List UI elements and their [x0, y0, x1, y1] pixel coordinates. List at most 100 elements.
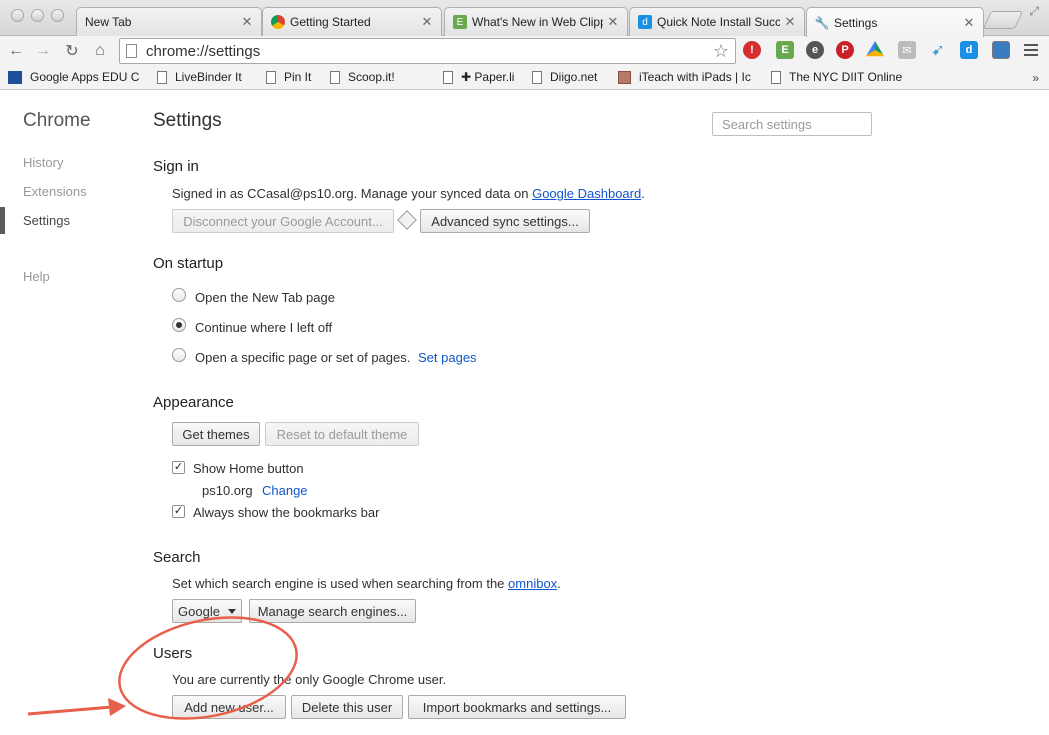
bookmark-google-apps[interactable]: Google Apps EDU Ce	[8, 70, 140, 84]
bookmark-label: Pin It	[284, 70, 312, 84]
section-title-on-startup: On startup	[153, 255, 224, 272]
close-icon[interactable]: ✕	[241, 14, 253, 30]
sidebar-item-settings[interactable]: Settings	[23, 213, 70, 228]
tab-whats-new[interactable]: E What's New in Web Clipp ✕	[444, 7, 628, 36]
home-icon: ⌂	[95, 42, 105, 59]
search-engine-value: Google	[178, 603, 220, 619]
url-text: chrome://settings	[146, 42, 261, 60]
bookmark-label: The NYC DIIT Online	[789, 70, 903, 84]
wrench-icon: 🔧	[814, 15, 830, 30]
address-bar[interactable]: chrome://settings ☆	[119, 38, 736, 64]
cuny-icon	[8, 70, 22, 84]
get-themes-button[interactable]: Get themes	[172, 422, 260, 446]
search-description: Set which search engine is used when sea…	[172, 576, 509, 591]
star-icon[interactable]: ☆	[713, 41, 729, 62]
search-engine-select[interactable]: Google	[172, 599, 242, 623]
bookmark-label: Scoop.it!	[348, 70, 395, 84]
google-dashboard-link[interactable]: Google Dashboard	[532, 186, 641, 201]
tab-settings[interactable]: 🔧 Settings ✕	[806, 7, 984, 37]
omnibox-link[interactable]: omnibox	[508, 576, 557, 591]
reset-theme-button[interactable]: Reset to default theme	[265, 422, 419, 446]
lastpass-icon[interactable]: !	[743, 41, 761, 59]
startup-option-label: Open a specific page or set of pages.	[195, 350, 411, 365]
bookmark-pin-it[interactable]: Pin It	[266, 70, 326, 84]
radio-new-tab[interactable]	[172, 288, 186, 302]
bookmark-nyc-diit[interactable]: The NYC DIIT Online	[771, 70, 906, 84]
bookmark-scoop-it[interactable]: Scoop.it!	[330, 70, 430, 84]
picture-icon[interactable]	[992, 41, 1010, 59]
startup-option-label: Open the New Tab page	[195, 290, 335, 305]
evernote-icon[interactable]: e	[806, 41, 824, 59]
bookmark-label: Google Apps EDU Ce	[30, 70, 140, 84]
bookmark-label: iTeach with iPads | Ic	[639, 70, 751, 84]
bookmark-iteach[interactable]: iTeach with iPads | Ic	[618, 70, 754, 84]
users-text: You are currently the only Google Chrome…	[172, 672, 447, 687]
tab-title: Quick Note Install Succe	[657, 15, 780, 29]
disconnect-account-button[interactable]: Disconnect your Google Account...	[172, 209, 394, 233]
close-icon[interactable]: ✕	[607, 14, 619, 30]
fullscreen-icon[interactable]: ⤢	[1029, 4, 1039, 19]
back-button[interactable]: ←	[6, 41, 26, 61]
diigo-icon: d	[638, 15, 652, 29]
forward-button[interactable]: →	[33, 41, 53, 61]
back-arrow-icon: ←	[8, 42, 24, 59]
sign-in-status: Signed in as CCasal@ps10.org. Manage you…	[172, 186, 533, 201]
evernote-icon: E	[453, 15, 467, 29]
reload-button[interactable]: ↻	[62, 41, 82, 61]
bookmarks-bar-label: Always show the bookmarks bar	[193, 505, 380, 520]
page-icon	[532, 70, 542, 84]
bookmark-livebinder[interactable]: LiveBinder It	[157, 70, 255, 84]
new-tab-button[interactable]	[982, 11, 1024, 29]
add-new-user-button[interactable]: Add new user...	[172, 695, 286, 719]
bookmark-label: LiveBinder It	[175, 70, 242, 84]
window-minimize-button[interactable]	[31, 9, 44, 22]
sidebar-item-history[interactable]: History	[23, 155, 63, 170]
import-bookmarks-button[interactable]: Import bookmarks and settings...	[408, 695, 626, 719]
show-home-checkbox[interactable]: ✓	[172, 461, 185, 474]
bookmarks-bar: Google Apps EDU Ce LiveBinder It Pin It …	[0, 66, 1049, 90]
chrome-menu-icon[interactable]	[1024, 44, 1038, 59]
bookmark-diigo[interactable]: Diigo.net	[532, 70, 612, 84]
tab-new-tab[interactable]: New Tab ✕	[76, 7, 262, 36]
close-icon[interactable]: ✕	[963, 15, 975, 31]
tab-getting-started[interactable]: Getting Started ✕	[262, 7, 442, 36]
tab-strip: New Tab ✕ Getting Started ✕ E What's New…	[0, 0, 1049, 37]
page-icon	[330, 70, 340, 84]
bookmarks-overflow-button[interactable]: »	[1032, 71, 1039, 85]
sidebar-item-help[interactable]: Help	[23, 269, 50, 284]
twitter-icon[interactable]: ➹	[929, 41, 947, 59]
tab-title: New Tab	[85, 15, 132, 29]
annotation-arrow-line	[27, 705, 113, 716]
bookmarks-bar-checkbox[interactable]: ✓	[172, 505, 185, 518]
manage-search-engines-button[interactable]: Manage search engines...	[249, 599, 416, 623]
radio-continue[interactable]	[172, 318, 186, 332]
pinterest-icon[interactable]: P	[836, 41, 854, 59]
mail-icon[interactable]: ✉	[898, 41, 916, 59]
close-icon[interactable]: ✕	[784, 14, 796, 30]
window-close-button[interactable]	[11, 9, 24, 22]
show-home-label: Show Home button	[193, 461, 304, 476]
home-button[interactable]: ⌂	[90, 41, 110, 61]
change-home-link[interactable]: Change	[262, 483, 308, 498]
diigo-icon[interactable]: d	[960, 41, 978, 59]
bookmark-paper-li[interactable]: ✚ Paper.li	[443, 70, 523, 84]
info-icon	[397, 210, 417, 230]
reload-icon: ↻	[65, 43, 79, 60]
photo-icon	[618, 70, 631, 84]
close-icon[interactable]: ✕	[421, 14, 433, 30]
toolbar: ← → ↻ ⌂ chrome://settings ☆	[0, 36, 1049, 66]
delete-user-button[interactable]: Delete this user	[291, 695, 403, 719]
forward-arrow-icon: →	[35, 42, 51, 59]
tab-quick-note[interactable]: d Quick Note Install Succe ✕	[629, 7, 805, 36]
sign-in-text: Signed in as CCasal@ps10.org. Manage you…	[172, 186, 645, 201]
window-zoom-button[interactable]	[51, 9, 64, 22]
radio-specific-pages[interactable]	[172, 348, 186, 362]
sidebar-item-extensions[interactable]: Extensions	[23, 184, 87, 199]
selected-indicator	[0, 207, 5, 234]
search-settings-input[interactable]	[712, 112, 872, 136]
advanced-sync-button[interactable]: Advanced sync settings...	[420, 209, 590, 233]
sign-in-period: .	[641, 186, 645, 201]
bookmark-label: Diigo.net	[550, 70, 598, 84]
evernote-clipper-icon[interactable]: E	[776, 41, 794, 59]
set-pages-link[interactable]: Set pages	[418, 350, 477, 365]
